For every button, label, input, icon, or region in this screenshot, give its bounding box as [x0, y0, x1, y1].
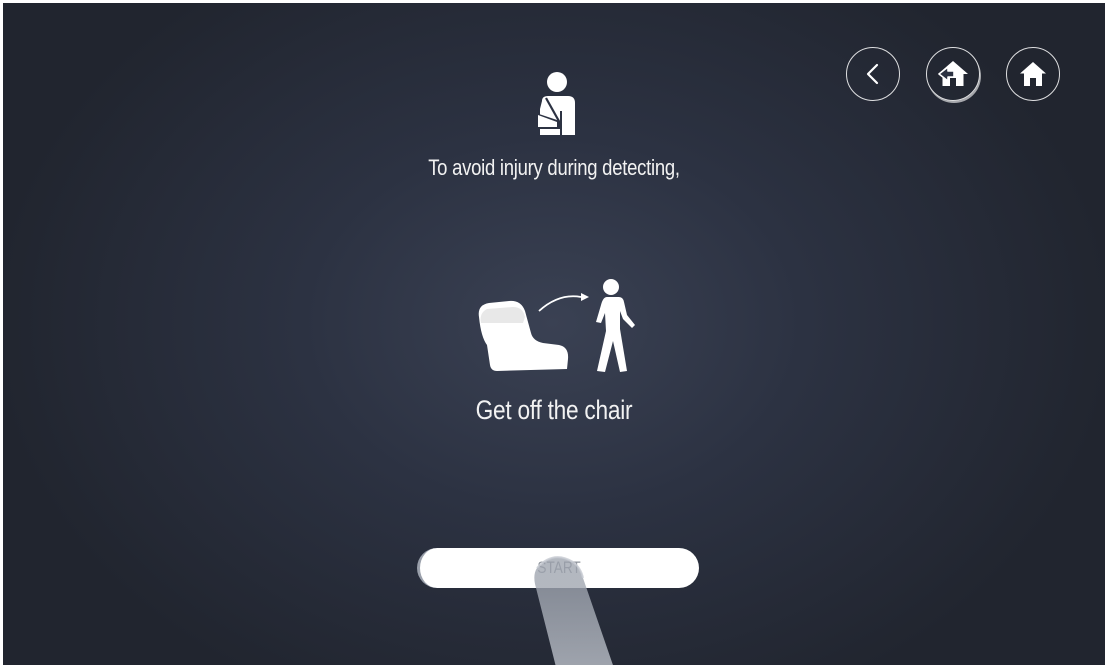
leave-chair-icon: [478, 279, 635, 372]
start-button-label: START: [537, 558, 582, 577]
home-return-icon: [938, 61, 968, 86]
home-button[interactable]: [1006, 47, 1060, 101]
instruction-text: Get off the chair: [475, 395, 633, 425]
home-icon: [1020, 62, 1046, 86]
top-navigation: [846, 47, 1060, 101]
screen: To avoid injury during detecting, Get of…: [3, 3, 1105, 665]
return-home-button[interactable]: [926, 47, 980, 101]
chevron-left-icon: [866, 63, 879, 85]
back-button[interactable]: [846, 47, 900, 101]
injured-person-icon: [536, 72, 575, 135]
warning-text: To avoid injury during detecting,: [428, 155, 680, 180]
start-button[interactable]: START: [417, 548, 699, 588]
